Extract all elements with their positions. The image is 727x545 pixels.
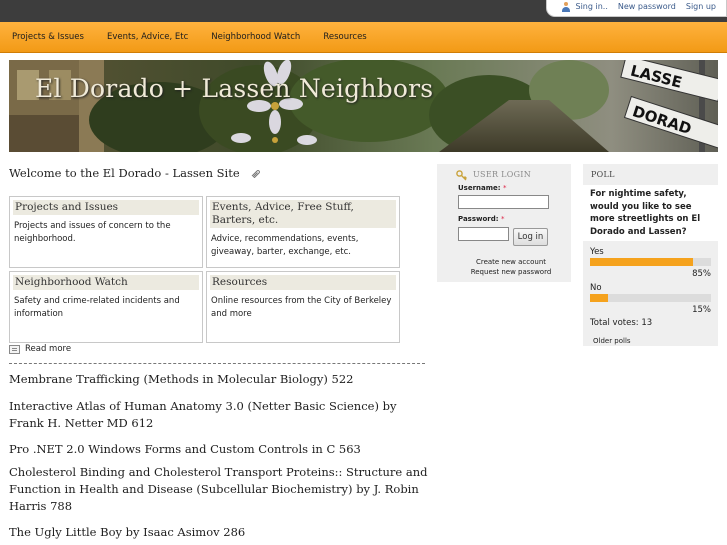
older-polls-link[interactable]: Older polls bbox=[593, 337, 631, 345]
category-projects-title[interactable]: Projects and Issues bbox=[13, 200, 199, 215]
poll-block: POLL For nightime safety, would you like… bbox=[583, 164, 718, 346]
category-resources-desc: Online resources from the City of Berkel… bbox=[211, 296, 392, 319]
book-item[interactable]: Cholesterol Binding and Cholesterol Tran… bbox=[9, 464, 429, 515]
book-item[interactable]: Interactive Atlas of Human Anatomy 3.0 (… bbox=[9, 398, 429, 432]
poll-bar-yes bbox=[590, 258, 711, 266]
main-nav: Projects & Issues Events, Advice, Etc Ne… bbox=[0, 22, 727, 53]
password-input[interactable] bbox=[458, 227, 509, 241]
login-title: USER LOGIN bbox=[473, 170, 532, 179]
username-input[interactable] bbox=[458, 195, 549, 209]
create-account-link[interactable]: Create new account bbox=[437, 258, 585, 266]
nav-neighborhood-watch[interactable]: Neighborhood Watch bbox=[211, 32, 300, 42]
nav-events-advice[interactable]: Events, Advice, Etc bbox=[107, 32, 188, 42]
book-item[interactable]: The Ugly Little Boy by Isaac Asimov 286 bbox=[9, 524, 245, 541]
poll-bar-fill bbox=[590, 294, 609, 302]
user-bar: Sing in.. New password Sign up bbox=[545, 0, 727, 17]
password-label: Password: * bbox=[458, 215, 505, 223]
category-watch: Neighborhood Watch Safety and crime-rela… bbox=[9, 271, 203, 343]
poll-total-votes: Total votes: 13 bbox=[590, 318, 653, 328]
category-resources-title[interactable]: Resources bbox=[210, 275, 396, 290]
attachment-icon[interactable] bbox=[250, 168, 260, 178]
poll-bar-fill bbox=[590, 258, 693, 266]
sign-up-link[interactable]: Sign up bbox=[686, 2, 716, 11]
poll-title: POLL bbox=[591, 170, 615, 179]
sign-in-link[interactable]: Sing in.. bbox=[576, 2, 608, 11]
site-title[interactable]: El Dorado + Lassen Neighbors bbox=[35, 74, 433, 103]
category-events-desc: Advice, recommendations, events, giveawa… bbox=[211, 234, 359, 257]
poll-question: For nightime safety, would you like to s… bbox=[583, 185, 718, 241]
key-icon bbox=[456, 170, 467, 181]
nav-projects-issues[interactable]: Projects & Issues bbox=[12, 32, 84, 42]
book-item[interactable]: Membrane Trafficking (Methods in Molecul… bbox=[9, 371, 353, 388]
request-password-link[interactable]: Request new password bbox=[437, 268, 585, 276]
category-watch-title[interactable]: Neighborhood Watch bbox=[13, 275, 199, 290]
user-icon bbox=[561, 1, 571, 12]
document-icon bbox=[9, 344, 20, 354]
main-content: Welcome to the El Dorado - Lassen Site P… bbox=[9, 166, 429, 539]
category-projects-desc: Projects and issues of concern to the ne… bbox=[14, 221, 171, 244]
header-banner: LASSE DORAD El Dorado + Lassen Neighbors bbox=[9, 60, 718, 152]
read-more-label[interactable]: Read more bbox=[25, 344, 71, 354]
book-item[interactable]: Pro .NET 2.0 Windows Forms and Custom Co… bbox=[9, 441, 361, 458]
read-more-link[interactable]: Read more bbox=[9, 344, 71, 354]
login-button[interactable]: Log in bbox=[513, 228, 548, 246]
welcome-heading: Welcome to the El Dorado - Lassen Site bbox=[9, 166, 429, 180]
username-label: Username: * bbox=[458, 184, 507, 192]
category-resources: Resources Online resources from the City… bbox=[206, 271, 400, 343]
nav-resources[interactable]: Resources bbox=[323, 32, 366, 42]
poll-option-label: No bbox=[590, 283, 602, 293]
category-events-title[interactable]: Events, Advice, Free Stuff, Barters, etc… bbox=[210, 200, 396, 228]
poll-option-label: Yes bbox=[590, 247, 604, 257]
category-events: Events, Advice, Free Stuff, Barters, etc… bbox=[206, 196, 400, 268]
poll-percent: 85% bbox=[692, 269, 711, 279]
new-password-link[interactable]: New password bbox=[618, 2, 676, 11]
content-divider bbox=[9, 363, 425, 364]
user-login-block: USER LOGIN Username: * Password: * Log i… bbox=[437, 164, 571, 282]
category-watch-desc: Safety and crime-related incidents and i… bbox=[14, 296, 180, 319]
poll-percent: 15% bbox=[692, 305, 711, 315]
welcome-text: Welcome to the El Dorado - Lassen Site bbox=[9, 166, 240, 180]
category-projects: Projects and Issues Projects and issues … bbox=[9, 196, 203, 268]
poll-bar-no bbox=[590, 294, 711, 302]
